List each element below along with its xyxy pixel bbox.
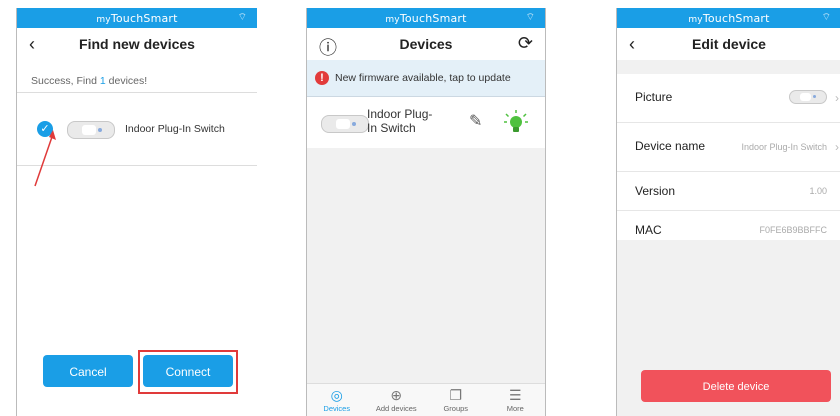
devices-tab-icon: ◎ — [330, 387, 343, 403]
plug-icon — [789, 90, 827, 104]
brand-prefix: my — [385, 15, 400, 25]
tab-more[interactable]: ☰ More — [486, 384, 546, 416]
brand-name: TouchSmart — [702, 12, 770, 25]
groups-icon: ❐ — [449, 387, 463, 403]
device-name: Indoor Plug- In Switch — [367, 107, 433, 135]
lightbulb-icon[interactable] — [503, 109, 529, 135]
picture-row[interactable]: Picture › — [617, 74, 840, 123]
edit-device-screen: myTouchSmart ⌔ ‹ Edit device Picture › D… — [616, 8, 840, 416]
refresh-icon[interactable]: ⟳ — [518, 33, 533, 54]
info-icon[interactable]: ⓘ — [319, 34, 337, 60]
find-navbar: ‹ Find new devices — [17, 28, 257, 60]
brand-prefix: my — [688, 15, 703, 25]
find-devices-screen: myTouchSmart ⌔ ‹ Find new devices Succes… — [16, 8, 257, 416]
chevron-right-icon: › — [835, 140, 839, 154]
brand-name: TouchSmart — [110, 12, 178, 25]
empty-list-area — [307, 148, 545, 384]
device-row[interactable]: Indoor Plug- In Switch ✎ — [307, 97, 545, 150]
devices-navbar: ⓘ Devices ⟳ — [307, 28, 545, 60]
delete-device-button[interactable]: Delete device — [641, 370, 831, 402]
status-bar: myTouchSmart ⌔ — [17, 8, 257, 28]
chevron-right-icon: › — [835, 91, 839, 105]
device-name-row[interactable]: Device name Indoor Plug-In Switch › — [617, 123, 840, 172]
cancel-button[interactable]: Cancel — [43, 355, 133, 387]
version-label: Version — [635, 184, 676, 198]
success-message: Success, Find 1 devices! — [31, 75, 148, 87]
brand-name: TouchSmart — [399, 12, 467, 25]
back-icon[interactable]: ‹ — [29, 34, 35, 55]
edit-pencil-icon[interactable]: ✎ — [469, 111, 482, 131]
plug-icon — [67, 121, 115, 139]
mac-value: F0FE6B9BBFFC — [759, 225, 827, 235]
wifi-icon: ⌔ — [237, 12, 247, 23]
plug-icon — [321, 115, 369, 133]
status-bar: myTouchSmart ⌔ — [617, 8, 840, 28]
version-row: Version 1.00 — [617, 172, 840, 211]
edit-navbar: ‹ Edit device — [617, 28, 840, 60]
tab-devices[interactable]: ◎ Devices — [307, 384, 367, 416]
mac-label: MAC — [635, 223, 662, 237]
tab-add-devices[interactable]: ⊕ Add devices — [367, 384, 427, 416]
annotation-arrow-icon — [34, 130, 56, 187]
firmware-banner[interactable]: ! New firmware available, tap to update — [307, 60, 545, 97]
status-bar: myTouchSmart ⌔ — [307, 8, 545, 28]
version-value: 1.00 — [809, 186, 827, 196]
picture-label: Picture — [635, 90, 673, 104]
back-icon[interactable]: ‹ — [629, 34, 635, 55]
brand-prefix: my — [96, 15, 111, 25]
warning-icon: ! — [315, 71, 329, 85]
page-title: Devices — [399, 36, 453, 52]
tab-groups[interactable]: ❐ Groups — [426, 384, 486, 416]
banner-text: New firmware available, tap to update — [335, 72, 511, 84]
page-title: Edit device — [692, 36, 766, 52]
wifi-icon: ⌔ — [525, 12, 535, 23]
add-icon: ⊕ — [390, 387, 403, 403]
devices-screen: myTouchSmart ⌔ ⓘ Devices ⟳ ! New firmwar… — [306, 8, 546, 416]
menu-icon: ☰ — [508, 387, 522, 403]
device-name-label: Device name — [635, 139, 706, 153]
page-title: Find new devices — [79, 36, 195, 52]
found-device-name: Indoor Plug-In Switch — [125, 123, 225, 135]
section-gap — [617, 60, 840, 74]
device-name-value: Indoor Plug-In Switch — [741, 142, 827, 152]
wifi-icon: ⌔ — [821, 12, 831, 23]
tab-bar: ◎ Devices ⊕ Add devices ❐ Groups ☰ More — [307, 383, 545, 416]
connect-button[interactable]: Connect — [143, 355, 233, 387]
